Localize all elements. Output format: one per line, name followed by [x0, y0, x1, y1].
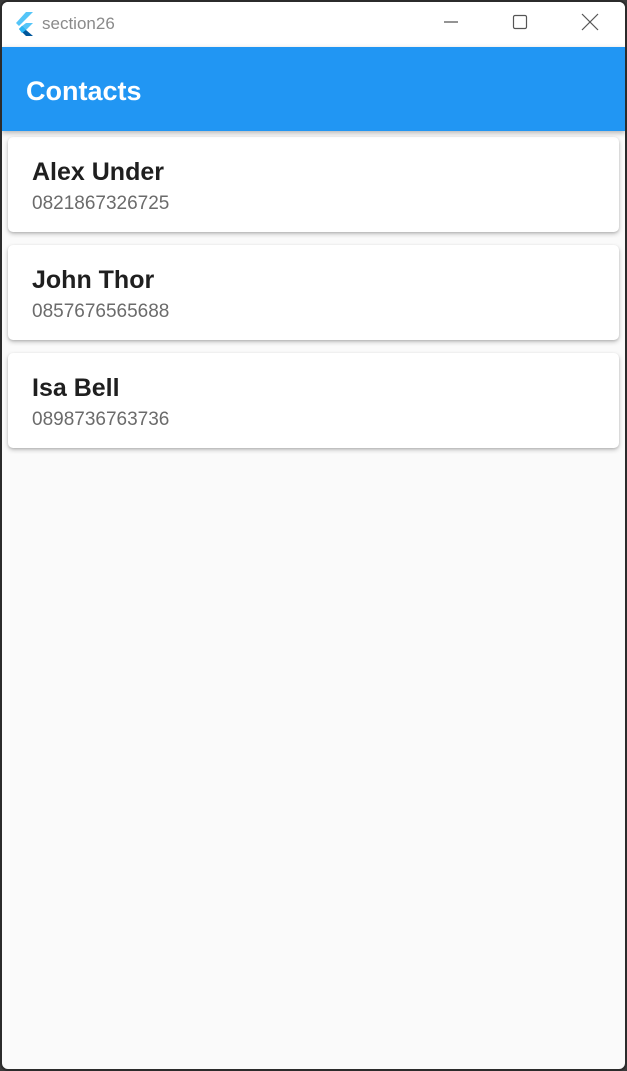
window-title: section26 — [42, 14, 115, 33]
maximize-button[interactable] — [486, 2, 554, 47]
contact-phone: 0898736763736 — [32, 409, 170, 430]
maximize-icon — [512, 14, 528, 35]
minimize-icon — [443, 14, 459, 35]
close-icon — [581, 13, 599, 36]
page-title: Contacts — [26, 76, 142, 106]
contact-card[interactable]: John Thor 0857676565688 — [8, 245, 619, 340]
contact-list: Alex Under 0821867326725 John Thor 08576… — [8, 137, 619, 461]
close-button[interactable] — [556, 2, 624, 47]
flutter-logo-icon — [14, 12, 36, 36]
contact-name: John Thor — [32, 266, 155, 294]
contact-card[interactable]: Isa Bell 0898736763736 — [8, 353, 619, 448]
contact-name: Isa Bell — [32, 374, 120, 402]
minimize-button[interactable] — [417, 2, 485, 47]
contact-phone: 0857676565688 — [32, 301, 170, 322]
app-bar: Contacts — [2, 47, 625, 131]
app-window: section26 Contacts Alex Under 0821867326… — [0, 0, 627, 1071]
contact-phone: 0821867326725 — [32, 193, 170, 214]
window-titlebar[interactable]: section26 — [2, 2, 625, 47]
contact-card[interactable]: Alex Under 0821867326725 — [8, 137, 619, 232]
contact-name: Alex Under — [32, 158, 164, 186]
